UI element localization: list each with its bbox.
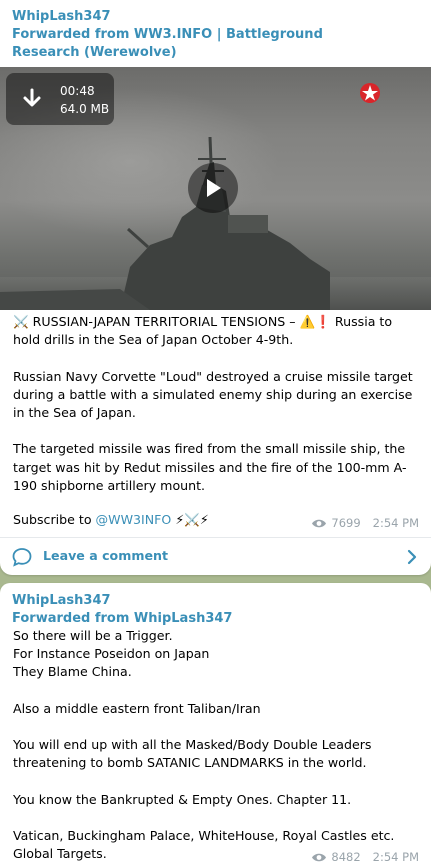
video-duration: 00:48 [60,84,95,98]
sender-name[interactable]: WhipLash347 [12,592,111,610]
channel-link[interactable]: @WW3INFO [96,512,172,527]
sender-name[interactable]: WhipLash347 [12,8,111,26]
message-time: 2:54 PM [372,850,419,864]
video-meta: 00:48 64.0 MB [60,82,109,118]
download-overlay: 00:48 64.0 MB [6,73,114,125]
message-bubble: WhipLash347 Forwarded from WW3.INFO | Ba… [0,0,431,575]
play-icon [207,179,221,197]
leave-comment-button[interactable]: Leave a comment [0,538,431,575]
subscribe-line: Subscribe to @WW3INFO ⚡⚔️⚡ [13,511,209,529]
message-feed: WhipLash347 Forwarded from WW3.INFO | Ba… [0,0,431,864]
comment-icon [12,548,32,567]
video-size: 64.0 MB [60,102,110,116]
message-headline: ⚔️ RUSSIAN-JAPAN TERRITORIAL TENSIONS – … [13,314,393,348]
download-icon [23,88,41,107]
views-value: 8482 [331,850,361,864]
views-count: 7699 [311,516,361,530]
views-eye-icon [312,519,327,527]
download-button[interactable] [14,81,50,117]
message-time: 2:54 PM [372,516,419,530]
subscribe-suffix: ⚡⚔️⚡ [171,512,209,527]
forwarded-from[interactable]: Forwarded from WhipLash347 [12,610,357,628]
message-meta: 7699 2:54 PM [311,516,419,530]
message-body: Russian Navy Corvette "Loud" destroyed a… [13,368,413,493]
forwarded-from[interactable]: Forwarded from WW3.INFO | Battleground R… [12,26,357,61]
message-meta: 8482 2:54 PM [311,850,419,864]
zvezda-logo-icon [360,83,380,103]
message-text: So there will be a Trigger. For Instance… [13,628,395,862]
views-value: 7699 [331,516,361,530]
subscribe-prefix: Subscribe to [13,512,96,527]
video-player[interactable]: 00:48 64.0 MB [0,67,431,310]
leave-comment-label: Leave a comment [43,548,168,563]
chevron-right-icon [407,549,417,565]
views-eye-icon [312,853,327,861]
views-count: 8482 [311,850,361,864]
play-button[interactable] [188,163,238,213]
message-text: ⚔️ RUSSIAN-JAPAN TERRITORIAL TENSIONS – … [13,313,421,495]
